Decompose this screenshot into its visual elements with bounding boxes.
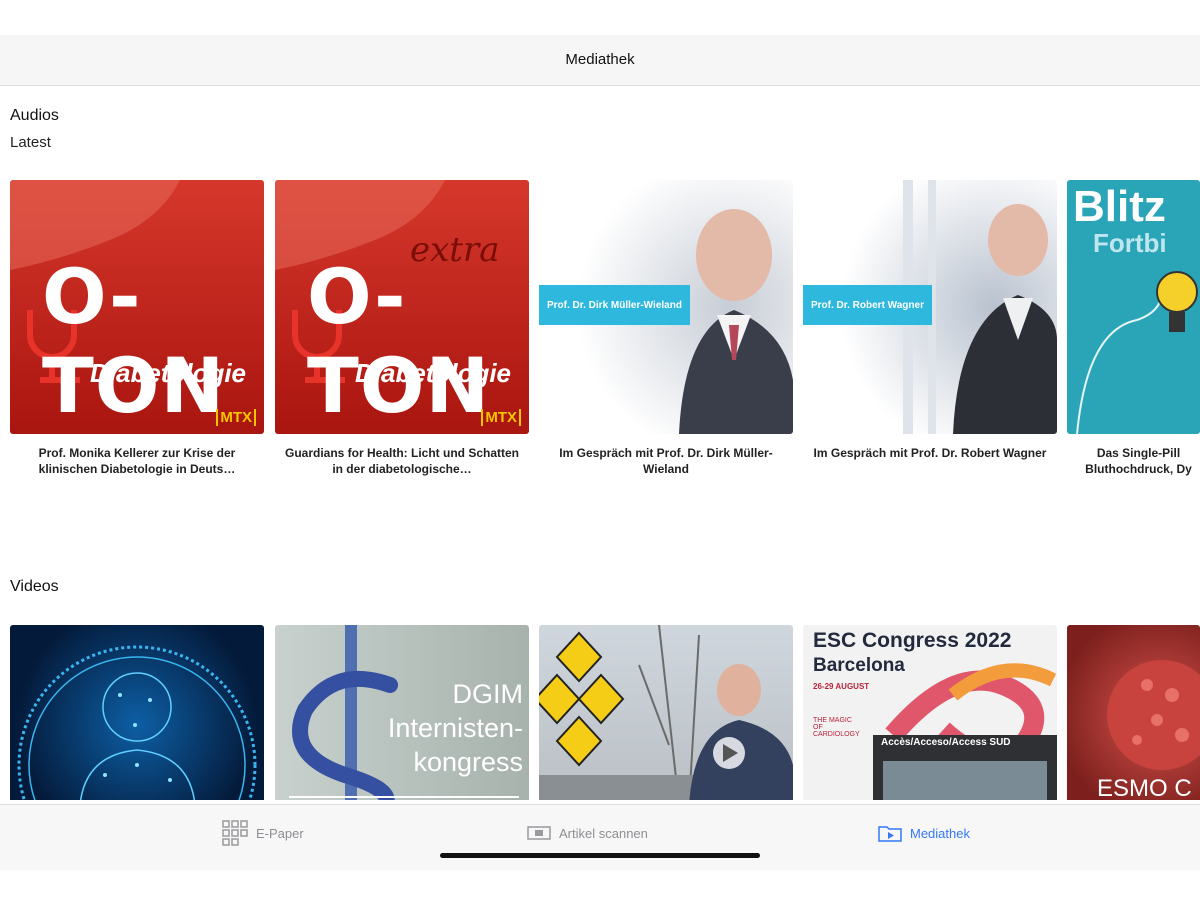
cell-graphic: [1107, 660, 1200, 770]
video-carousel[interactable]: DGIM Internisten-kongress ESC Congress 2…: [0, 610, 1200, 800]
video-card[interactable]: DGIM Internisten-kongress: [275, 610, 529, 800]
grid-icon: [222, 820, 248, 846]
scan-icon: [527, 826, 551, 840]
audio-caption: Prof. Monika Kellerer zur Krise der klin…: [38, 446, 236, 476]
lightbulb-icon: [1076, 271, 1198, 434]
audio-caption: Im Gespräch mit Prof. Dr. Dirk Müller-Wi…: [559, 446, 773, 476]
page-title: Mediathek: [565, 51, 635, 68]
audio-thumbnail: O-TON extra Diabetologie MTX: [275, 180, 529, 434]
video-card[interactable]: ESC Congress 2022 Barcelona 26-29 AUGUST…: [803, 610, 1057, 800]
video-thumbnail: DGIM Internisten-kongress: [275, 625, 529, 800]
thumb-subtitle: Diabetologie: [90, 358, 247, 388]
video-thumb-text: ESMO C: [1097, 775, 1192, 800]
tab-mediathek[interactable]: Mediathek: [878, 821, 970, 845]
thumb-title: O-TON: [42, 252, 226, 430]
audio-thumbnail: Prof. Dr. Robert Wagner: [803, 180, 1057, 434]
audio-caption: Im Gespräch mit Prof. Dr. Robert Wagner: [813, 446, 1047, 460]
play-folder-icon: [878, 826, 902, 842]
speaker-name-badge: Prof. Dr. Robert Wagner: [803, 285, 932, 325]
video-card[interactable]: [539, 610, 793, 800]
thumb-extra: extra: [410, 230, 500, 270]
audio-card[interactable]: Prof. Dr. Dirk Müller-Wieland Im Gespräc…: [539, 165, 793, 535]
tab-label: Mediathek: [910, 825, 970, 841]
audio-card[interactable]: O-TON extra Diabetologie MTX Guardians f…: [275, 165, 529, 535]
video-card[interactable]: ESMO C: [1067, 610, 1200, 800]
video-thumbnail: [10, 625, 264, 800]
speaker-photo: [689, 664, 793, 800]
audios-section-title: Audios: [10, 107, 59, 124]
tab-label: E-Paper: [256, 825, 304, 841]
audio-thumbnail: O-TON Diabetologie MTX: [10, 180, 264, 434]
tab-artikel-scannen[interactable]: Artikel scannen: [527, 821, 648, 845]
audio-card[interactable]: Blitz Fortbi Das Single-Pill Bluthochdru…: [1067, 165, 1200, 535]
audio-thumbnail: Prof. Dr. Dirk Müller-Wieland: [539, 180, 793, 434]
audio-card[interactable]: O-TON Diabetologie MTX Prof. Monika Kell…: [10, 165, 264, 535]
tab-label: Artikel scannen: [559, 825, 648, 841]
thumb-subtitle: Diabetologie: [355, 358, 512, 388]
audio-card[interactable]: Prof. Dr. Robert Wagner Im Gespräch mit …: [803, 165, 1057, 535]
app-window: Mediathek Audios Latest O-TON Diabetolog…: [0, 35, 1200, 870]
mtx-logo: MTX: [216, 409, 256, 426]
mtx-logo: MTX: [481, 409, 521, 426]
audio-thumbnail: Blitz Fortbi: [1067, 180, 1200, 434]
speaker-name-badge: Prof. Dr. Dirk Müller-Wieland: [539, 285, 690, 325]
latest-subsection-title: Latest: [10, 134, 51, 151]
video-thumbnail: ESMO C: [1067, 625, 1200, 800]
audio-caption: Das Single-Pill Bluthochdruck, Dy: [1085, 446, 1192, 476]
play-icon: [713, 737, 745, 769]
tab-e-paper[interactable]: E-Paper: [222, 820, 304, 846]
thumb-title: O-TON: [307, 252, 491, 430]
video-thumb-text: DGIM Internisten-kongress: [387, 679, 523, 777]
audio-carousel[interactable]: O-TON Diabetologie MTX Prof. Monika Kell…: [0, 165, 1200, 535]
videos-section-title: Videos: [10, 578, 59, 595]
video-card[interactable]: [10, 610, 264, 800]
heart-ribbon-graphic: [873, 663, 1057, 800]
tab-bar: E-Paper Artikel scannen Mediathek: [0, 804, 1200, 870]
audio-caption: Guardians for Health: Licht und Schatten…: [284, 446, 520, 476]
network-human-icon: [17, 645, 257, 800]
video-thumbnail: [539, 625, 793, 800]
home-indicator[interactable]: [440, 853, 760, 858]
video-thumbnail: ESC Congress 2022 Barcelona 26-29 AUGUST…: [803, 625, 1057, 800]
video-thumb-sign: Accès/Acceso/Access SUD: [881, 737, 1011, 748]
warning-sign-icon: [539, 631, 625, 767]
navigation-bar: Mediathek: [0, 35, 1200, 86]
